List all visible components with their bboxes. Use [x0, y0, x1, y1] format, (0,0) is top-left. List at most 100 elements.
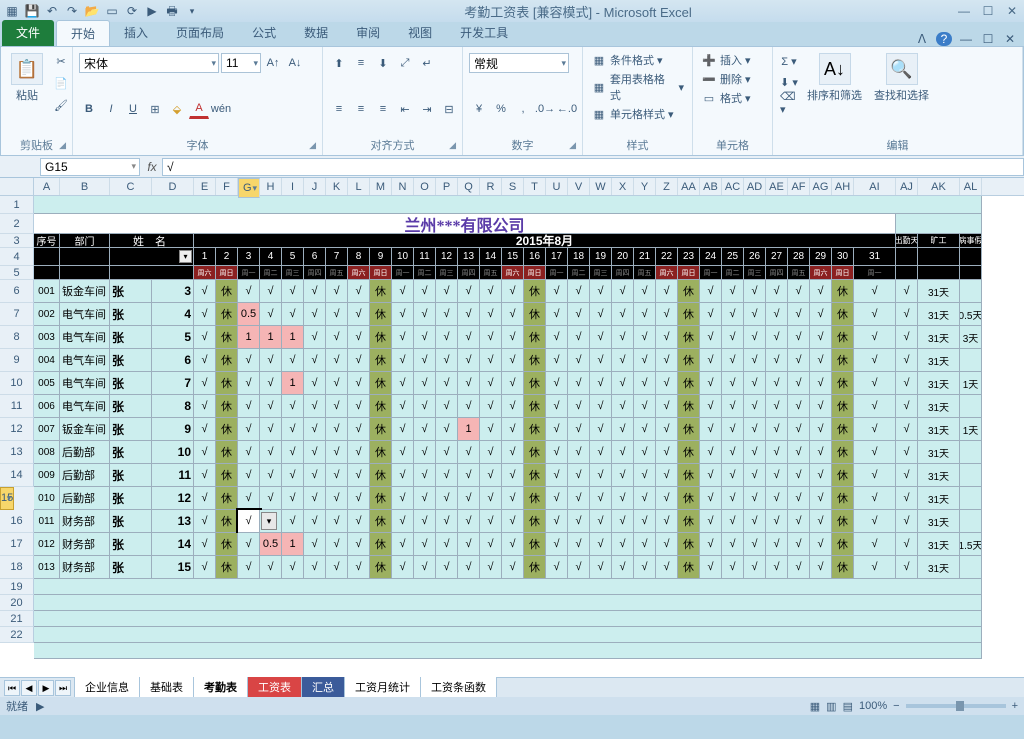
- cell[interactable]: 休: [678, 464, 700, 487]
- cell[interactable]: 休: [370, 533, 392, 556]
- col-header[interactable]: AH: [832, 178, 854, 195]
- cell[interactable]: 休: [216, 395, 238, 418]
- cell[interactable]: √: [546, 326, 568, 349]
- cell[interactable]: √: [436, 326, 458, 349]
- qat-more-icon[interactable]: ▾: [184, 3, 200, 19]
- cell[interactable]: √: [480, 349, 502, 372]
- cell[interactable]: √: [810, 326, 832, 349]
- cell[interactable]: 15: [152, 556, 194, 579]
- cell[interactable]: √: [282, 418, 304, 441]
- column-headers[interactable]: ABCDEFGHIJKLMNOPQRSTUVWXYZAAABACADAEAFAG…: [34, 178, 1024, 196]
- cell[interactable]: √: [502, 280, 524, 303]
- cell[interactable]: √: [634, 464, 656, 487]
- cell[interactable]: 周五: [326, 266, 348, 280]
- cell[interactable]: √: [656, 441, 678, 464]
- row-header[interactable]: 8: [0, 326, 34, 349]
- format-cells-button[interactable]: ▭格式 ▾: [699, 89, 753, 107]
- macro-rec-icon[interactable]: ▶: [36, 700, 44, 713]
- macro-icon[interactable]: ▶: [144, 3, 160, 19]
- cell[interactable]: 周四: [766, 266, 788, 280]
- cell[interactable]: √: [348, 464, 370, 487]
- cell[interactable]: √: [414, 303, 436, 326]
- cell[interactable]: 31天: [918, 556, 960, 579]
- cell[interactable]: √: [348, 487, 370, 510]
- cell[interactable]: √: [304, 556, 326, 579]
- cell[interactable]: 张: [110, 533, 152, 556]
- col-header[interactable]: R: [480, 178, 502, 195]
- cell[interactable]: √: [700, 464, 722, 487]
- cell[interactable]: √: [238, 418, 260, 441]
- cell[interactable]: √: [788, 487, 810, 510]
- ribbon-tab-8[interactable]: 开发工具: [446, 20, 522, 46]
- cell[interactable]: 休: [678, 418, 700, 441]
- cell[interactable]: 005: [34, 372, 60, 395]
- col-header[interactable]: AA: [678, 178, 700, 195]
- col-header[interactable]: I: [282, 178, 304, 195]
- cell[interactable]: √: [194, 533, 216, 556]
- cell[interactable]: √: [260, 464, 282, 487]
- row-header[interactable]: 6: [0, 280, 34, 303]
- sheet-tab[interactable]: 考勤表: [193, 677, 248, 698]
- cell[interactable]: √: [656, 349, 678, 372]
- cell[interactable]: √: [546, 303, 568, 326]
- cell[interactable]: 休: [216, 487, 238, 510]
- ribbon-tab-2[interactable]: 插入: [110, 20, 162, 46]
- validation-dropdown-icon[interactable]: ▾: [261, 512, 277, 530]
- cell[interactable]: √: [568, 395, 590, 418]
- cell[interactable]: √: [392, 280, 414, 303]
- cell[interactable]: √: [590, 303, 612, 326]
- cell[interactable]: 休: [216, 510, 238, 533]
- cell[interactable]: 休: [832, 303, 854, 326]
- cell[interactable]: √: [612, 556, 634, 579]
- cell-style-button[interactable]: ▦单元格样式 ▾: [589, 105, 676, 123]
- cell[interactable]: √: [568, 326, 590, 349]
- cell[interactable]: √: [854, 510, 896, 533]
- cell[interactable]: √: [480, 441, 502, 464]
- cell[interactable]: √: [502, 510, 524, 533]
- col-header[interactable]: AC: [722, 178, 744, 195]
- cell[interactable]: 休: [524, 349, 546, 372]
- cell[interactable]: √: [436, 349, 458, 372]
- cell[interactable]: √: [238, 533, 260, 556]
- cell[interactable]: √: [612, 326, 634, 349]
- cell[interactable]: √: [810, 395, 832, 418]
- bold-button[interactable]: B: [79, 99, 99, 119]
- cell[interactable]: √: [458, 533, 480, 556]
- cell[interactable]: 周一: [700, 266, 722, 280]
- cell[interactable]: √: [282, 395, 304, 418]
- cell[interactable]: 9: [152, 418, 194, 441]
- cell[interactable]: √: [722, 441, 744, 464]
- cell[interactable]: √: [458, 280, 480, 303]
- cell[interactable]: 31: [854, 248, 896, 266]
- cell[interactable]: √: [414, 326, 436, 349]
- name-box[interactable]: G15: [40, 158, 140, 176]
- cell[interactable]: √: [480, 533, 502, 556]
- cell[interactable]: √: [414, 464, 436, 487]
- cell[interactable]: √: [766, 372, 788, 395]
- cell[interactable]: √: [700, 556, 722, 579]
- cell[interactable]: √: [766, 441, 788, 464]
- cell[interactable]: √: [414, 418, 436, 441]
- cell[interactable]: √: [436, 372, 458, 395]
- cell[interactable]: √: [700, 349, 722, 372]
- cell[interactable]: √: [590, 395, 612, 418]
- cell[interactable]: 3: [238, 248, 260, 266]
- cell[interactable]: √: [502, 395, 524, 418]
- cell[interactable]: √: [612, 303, 634, 326]
- cell[interactable]: 周三: [282, 266, 304, 280]
- cell[interactable]: √: [238, 510, 260, 533]
- cell[interactable]: 休: [370, 326, 392, 349]
- cell[interactable]: 0.5: [238, 303, 260, 326]
- cell[interactable]: 0.5: [260, 533, 282, 556]
- cell[interactable]: √: [238, 349, 260, 372]
- cell[interactable]: 休: [678, 510, 700, 533]
- cell[interactable]: √: [896, 556, 918, 579]
- cell[interactable]: √: [414, 533, 436, 556]
- cell[interactable]: √: [348, 372, 370, 395]
- cell[interactable]: √: [612, 533, 634, 556]
- cell[interactable]: √: [590, 487, 612, 510]
- cell[interactable]: [918, 266, 960, 280]
- inner-max-icon[interactable]: ☐: [980, 32, 996, 46]
- cell[interactable]: √: [194, 418, 216, 441]
- cell[interactable]: 周日: [370, 266, 392, 280]
